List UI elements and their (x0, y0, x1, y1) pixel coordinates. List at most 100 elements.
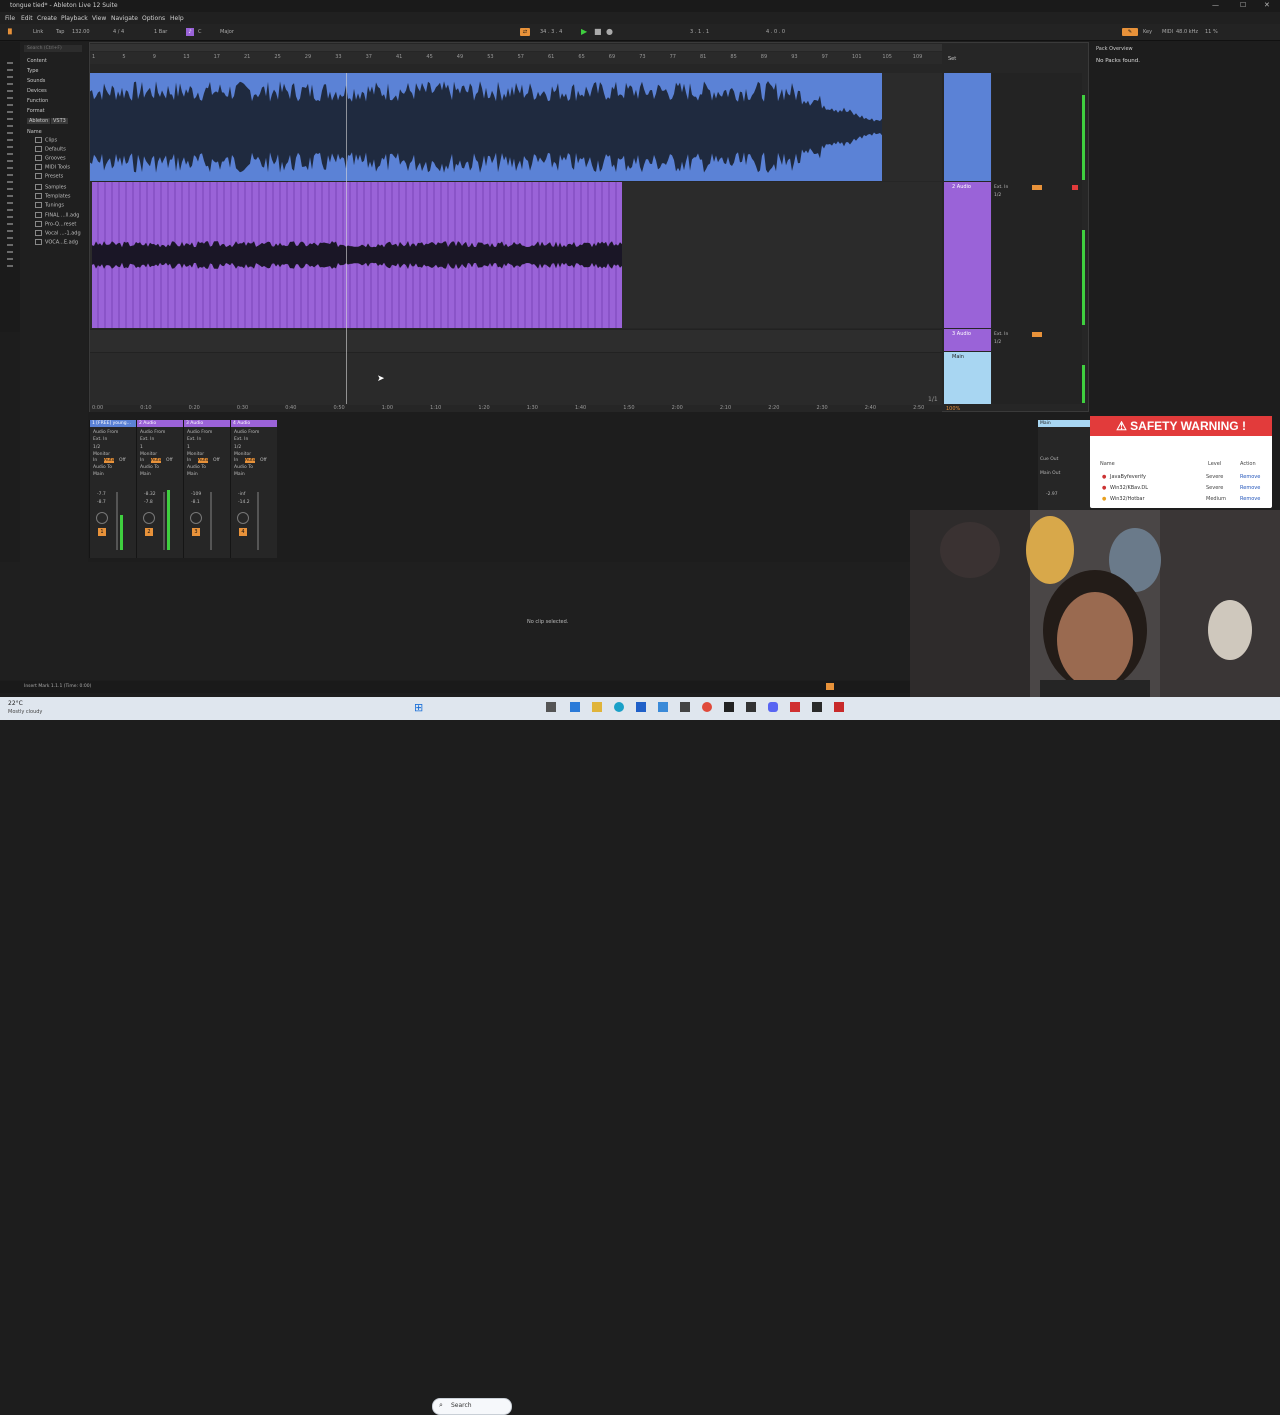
monitor-off[interactable]: Off (119, 458, 126, 463)
pan-knob[interactable] (143, 512, 155, 524)
monitor-in[interactable]: In (140, 458, 144, 463)
track-name[interactable]: 1 [FREE] young... (90, 420, 136, 427)
output-select[interactable]: Main (93, 472, 104, 477)
volume-readout[interactable]: -inf (238, 492, 245, 497)
browser-item[interactable]: Templates (35, 193, 70, 200)
song-position[interactable]: 34 . 3 . 4 (540, 28, 562, 36)
input-select[interactable]: Ext. In (187, 437, 201, 442)
browser-item[interactable]: Tunings (35, 202, 64, 209)
track-header-2[interactable]: 2 Audio (944, 182, 991, 328)
main-volume[interactable]: -2.97 (1046, 492, 1058, 497)
input-select[interactable]: Ext. In (93, 437, 107, 442)
app-icon[interactable] (812, 702, 822, 712)
browser-item[interactable]: Presets (35, 173, 63, 180)
input-channel[interactable]: 1/2 (994, 193, 1001, 198)
time-signature[interactable]: 4 / 4 (113, 28, 124, 36)
track-name[interactable]: 4 Audio (231, 420, 277, 427)
monitor-in[interactable]: In (93, 458, 97, 463)
close-button[interactable]: ✕ (1264, 1, 1270, 9)
track-number[interactable]: 1 (98, 528, 106, 536)
pan-knob[interactable] (190, 512, 202, 524)
status-icon[interactable] (826, 683, 834, 690)
beat-ruler[interactable]: 1 5 9 13 17 21 25 29 33 37 41 45 49 53 57 61 65 69 73 77 81 8… (90, 52, 942, 64)
monitor-off[interactable]: Off (260, 458, 267, 463)
loop-start[interactable]: 3 . 1 . 1 (690, 28, 709, 36)
output-select[interactable]: Main (140, 472, 151, 477)
menu-options[interactable]: Options (142, 15, 165, 22)
browser-item[interactable]: VOCA...E.adg (35, 239, 78, 246)
task-view-icon[interactable] (546, 702, 556, 712)
browser-item[interactable]: Samples (35, 184, 66, 191)
monitor-auto[interactable]: Auto (104, 458, 115, 463)
monitor-auto[interactable]: Auto (151, 458, 162, 463)
volume-readout[interactable]: -8.32 (144, 492, 156, 497)
app-icon[interactable] (658, 702, 668, 712)
monitor-auto[interactable]: Auto (245, 458, 256, 463)
weather-temp[interactable]: 22°C (8, 700, 23, 707)
browser-toggle-icon[interactable]: ▐▌ (6, 28, 14, 36)
monitor-off[interactable]: Off (166, 458, 173, 463)
weather-desc[interactable]: Mostly cloudy (8, 709, 42, 715)
monitor-in[interactable]: In (187, 458, 191, 463)
arm-button[interactable] (1072, 185, 1078, 190)
track-lane-1[interactable] (90, 73, 942, 181)
app-icon[interactable] (680, 702, 690, 712)
browser-category-sounds[interactable]: Sounds (27, 78, 45, 84)
output-select[interactable]: Main (187, 472, 198, 477)
track-activator[interactable] (1032, 185, 1042, 190)
channel-select[interactable]: 1 (187, 445, 190, 450)
set-button[interactable]: Set (948, 56, 956, 62)
volume-fader[interactable] (210, 492, 212, 550)
overview-strip[interactable] (90, 44, 942, 51)
browser-category-devices[interactable]: Devices (27, 88, 47, 94)
app-icon[interactable] (790, 702, 800, 712)
menu-view[interactable]: View (92, 15, 106, 22)
minimize-button[interactable]: — (1212, 1, 1219, 9)
menu-playback[interactable]: Playback (61, 15, 88, 22)
track-header-main[interactable]: Main (944, 352, 991, 404)
browser-item[interactable]: FINAL ...ll.adg (35, 212, 79, 219)
input-type[interactable]: Ext. In (994, 332, 1008, 337)
volume-fader[interactable] (163, 492, 165, 550)
pan-knob[interactable] (96, 512, 108, 524)
taskbar-search[interactable]: ⌕ Search (432, 1398, 512, 1415)
discord-icon[interactable] (768, 702, 778, 712)
track-name[interactable]: 2 Audio (137, 420, 183, 427)
browser-category-format[interactable]: Format (27, 108, 45, 114)
monitor-in[interactable]: In (234, 458, 238, 463)
edit-icon[interactable]: ✎ (1122, 28, 1138, 36)
chrome-icon[interactable] (702, 702, 712, 712)
input-type[interactable]: Ext. In (994, 185, 1008, 190)
browser-tag-ableton[interactable]: Ableton (27, 118, 51, 124)
browser-item[interactable]: Clips (35, 137, 57, 144)
channel-select[interactable]: 1/2 (93, 445, 100, 450)
key-map-label[interactable]: Key (1143, 28, 1152, 36)
browser-item[interactable]: Grooves (35, 155, 66, 162)
output-select[interactable]: Main (234, 472, 245, 477)
file-explorer-icon[interactable] (592, 702, 602, 712)
stop-icon[interactable]: ■ (594, 28, 602, 36)
loop-length[interactable]: 4 . 0 . 0 (766, 28, 785, 36)
main-track-name[interactable]: Main (1038, 420, 1090, 427)
volume-fader[interactable] (116, 492, 118, 550)
time-ruler[interactable]: 0:00 0:10 0:20 0:30 0:40 0:50 1:00 1:10 1:20 1:30… (90, 405, 942, 412)
pan-knob[interactable] (237, 512, 249, 524)
zoom-readout[interactable]: 100% (946, 406, 960, 412)
app-icon[interactable] (746, 702, 756, 712)
channel-select[interactable]: 1 (140, 445, 143, 450)
browser-item[interactable]: MIDI Tools (35, 164, 70, 171)
menu-create[interactable]: Create (37, 15, 57, 22)
track-number[interactable]: 2 (145, 528, 153, 536)
maximize-button[interactable]: ☐ (1240, 1, 1246, 9)
browser-item[interactable]: Defaults (35, 146, 66, 153)
app-icon[interactable] (834, 702, 844, 712)
tempo-field[interactable]: 132.00 (72, 28, 90, 36)
ableton-icon[interactable] (724, 702, 734, 712)
remove-button[interactable]: Remove (1240, 474, 1260, 480)
input-channel[interactable]: 1/2 (994, 340, 1001, 345)
key-select[interactable]: C (198, 28, 202, 36)
link-button[interactable]: Link (33, 28, 43, 36)
remove-button[interactable]: Remove (1240, 485, 1260, 491)
browser-category-content[interactable]: Content (27, 58, 47, 64)
app-icon[interactable] (570, 702, 580, 712)
